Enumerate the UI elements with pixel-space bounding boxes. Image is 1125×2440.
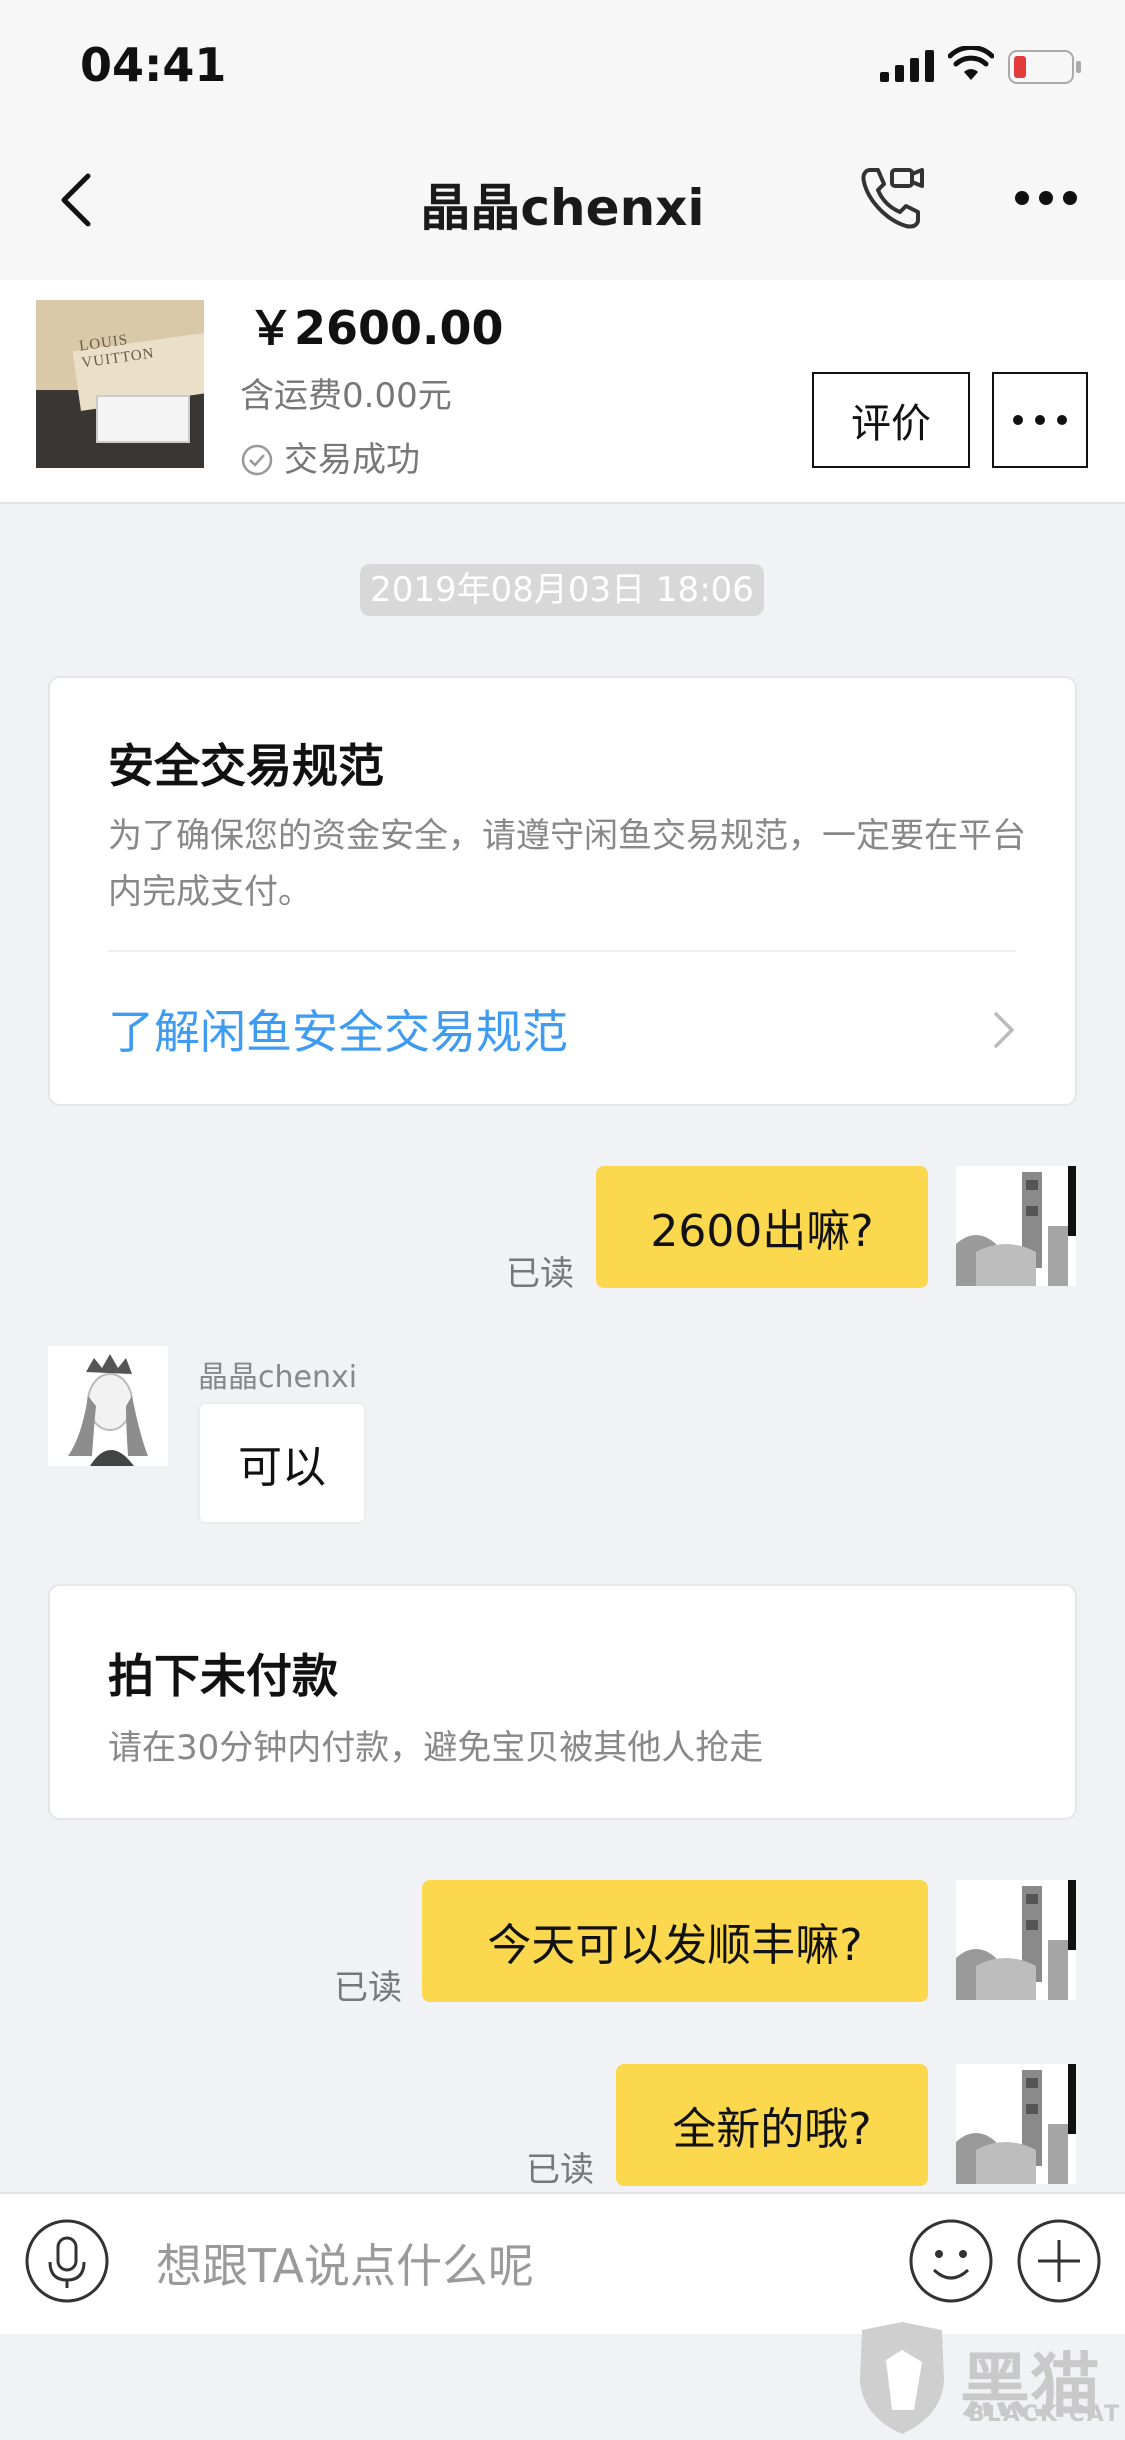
check-circle-icon: [241, 444, 273, 476]
more-icon[interactable]: [1014, 190, 1078, 210]
more-dots-icon: [1013, 415, 1067, 425]
avatar[interactable]: [956, 1166, 1076, 1286]
message-input[interactable]: 想跟TA说点什么呢: [156, 2230, 534, 2296]
battery-icon: [1008, 50, 1084, 90]
order-card-title: 拍下未付款: [108, 1649, 338, 1703]
watermark-subtext: BLACK CAT: [968, 2402, 1122, 2427]
message-bubble-incoming[interactable]: 可以: [198, 1402, 366, 1524]
avatar[interactable]: [956, 2064, 1076, 2184]
signal-icon: [880, 50, 936, 86]
my-avatar-image: [956, 1880, 1076, 2000]
chat-timestamp: 2019年08月03日 18:06: [360, 564, 764, 616]
product-price: ￥2600.00: [248, 301, 504, 355]
sender-name: 晶晶chenxi: [198, 1360, 358, 1395]
read-receipt: 已读: [526, 2150, 594, 2190]
safety-card-title: 安全交易规范: [108, 739, 384, 793]
contact-avatar-image: [48, 1346, 168, 1466]
message-bubble-outgoing[interactable]: 全新的哦?: [616, 2064, 928, 2186]
order-card-desc: 请在30分钟内付款，避免宝贝被其他人抢走: [108, 1728, 764, 1768]
voice-input-icon[interactable]: [24, 2218, 110, 2308]
avatar[interactable]: [48, 1346, 168, 1466]
trade-status-label: 交易成功: [284, 440, 420, 480]
shipping-fee: 含运费0.00元: [240, 376, 452, 416]
divider: [108, 950, 1016, 952]
trade-status: 交易成功: [240, 432, 420, 481]
product-more-button[interactable]: [992, 372, 1088, 468]
review-button[interactable]: 评价: [812, 372, 970, 468]
chevron-right-icon[interactable]: [992, 1010, 1016, 1054]
avatar[interactable]: [956, 1880, 1076, 2000]
my-avatar-image: [956, 2064, 1076, 2184]
message-bubble-outgoing[interactable]: 今天可以发顺丰嘛?: [422, 1880, 928, 2002]
video-call-icon[interactable]: [856, 162, 928, 238]
page-title: 晶晶chenxi: [420, 179, 705, 237]
status-time: 04:41: [80, 38, 227, 92]
emoji-icon[interactable]: [908, 2218, 994, 2308]
wifi-icon: [947, 44, 995, 86]
read-receipt: 已读: [334, 1968, 402, 2008]
add-icon[interactable]: [1016, 2218, 1102, 2308]
safety-rules-link[interactable]: 了解闲鱼安全交易规范: [108, 996, 568, 1062]
my-avatar-image: [956, 1166, 1076, 1286]
safety-card-desc: 为了确保您的资金安全，请遵守闲鱼交易规范，一定要在平台内完成支付。: [108, 816, 1026, 912]
message-bubble-outgoing[interactable]: 2600出嘛?: [596, 1166, 928, 1288]
product-thumbnail[interactable]: LOUIS VUITTON: [36, 300, 204, 468]
read-receipt: 已读: [506, 1254, 574, 1294]
watermark-logo-icon: [852, 2320, 952, 2440]
